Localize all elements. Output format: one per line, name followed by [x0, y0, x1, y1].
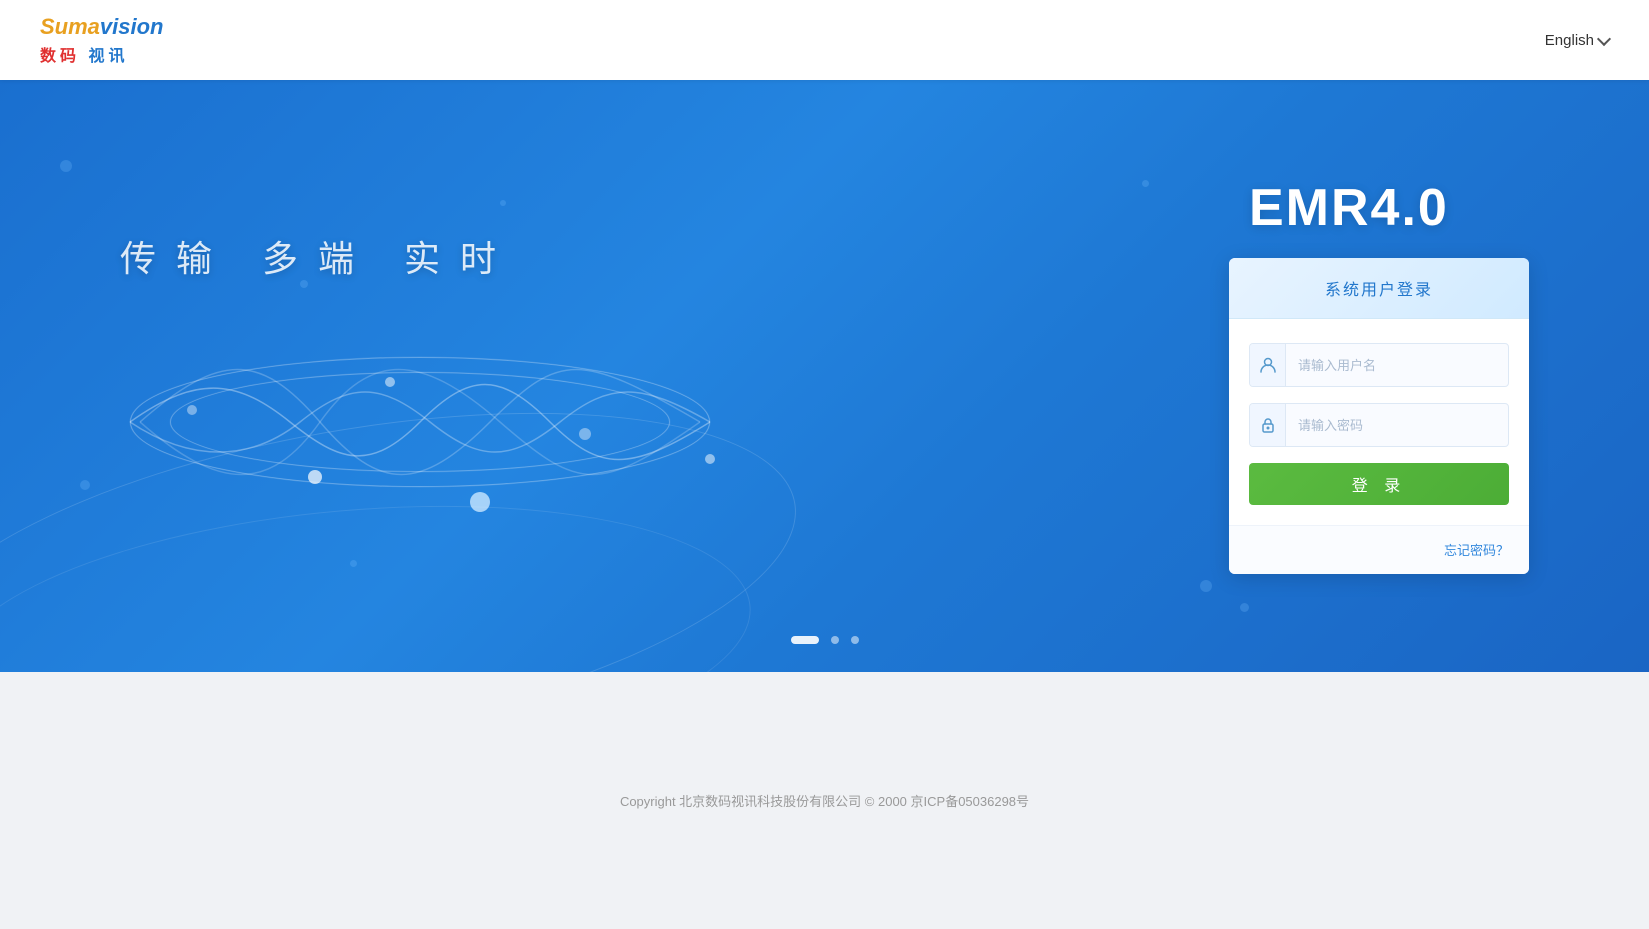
wave-svg: [120, 322, 720, 522]
logo-text: Sumavision: [40, 14, 164, 40]
carousel-dot-3[interactable]: [851, 636, 859, 644]
login-card: 系统用户登录: [1229, 258, 1529, 574]
login-card-header: 系统用户登录: [1229, 258, 1529, 319]
login-button[interactable]: 登 录: [1249, 463, 1509, 505]
hero-tagline: 传输 多端 实时: [120, 230, 1229, 282]
wave-graphic: [120, 322, 720, 522]
password-input-group: [1249, 403, 1509, 447]
login-card-footer: 忘记密码？: [1229, 525, 1529, 574]
bg-dot: [60, 160, 72, 172]
username-input-group: [1249, 343, 1509, 387]
username-input[interactable]: [1286, 348, 1508, 383]
hero-right: EMR4.0 系统用户登录: [1229, 178, 1569, 574]
footer: Copyright 北京数码视讯科技股份有限公司 © 2000 京ICP备050…: [0, 672, 1649, 929]
user-icon: [1250, 344, 1286, 386]
wave-dot-large: [470, 492, 490, 512]
logo-chinese-2: 视讯: [88, 48, 128, 65]
carousel-dot-1[interactable]: [791, 636, 819, 644]
hero-section: 传输 多端 实时: [0, 80, 1649, 672]
logo-vision: vision: [100, 14, 164, 39]
login-card-body: 登 录: [1229, 319, 1529, 525]
logo: Sumavision 数码 视讯: [40, 14, 164, 66]
copyright-text: Copyright 北京数码视讯科技股份有限公司 © 2000 京ICP备050…: [620, 791, 1029, 810]
bg-dot: [80, 480, 90, 490]
header: Sumavision 数码 视讯 English: [0, 0, 1649, 80]
logo-suma: Suma: [40, 14, 100, 39]
language-label: English: [1545, 32, 1594, 49]
bg-dot: [350, 560, 357, 567]
password-input[interactable]: [1286, 408, 1508, 443]
hero-left: 传输 多端 实时: [120, 80, 1229, 672]
logo-chinese-1: 数码: [40, 48, 80, 65]
lock-icon: [1250, 404, 1286, 446]
logo-chinese: 数码 视讯: [40, 42, 128, 66]
forgot-password-link[interactable]: 忘记密码？: [1444, 543, 1509, 558]
carousel-dot-2[interactable]: [831, 636, 839, 644]
bg-dot: [1240, 603, 1249, 612]
app-title: EMR4.0: [1249, 178, 1449, 238]
login-title: 系统用户登录: [1325, 282, 1433, 299]
language-selector[interactable]: English: [1545, 32, 1609, 49]
carousel-dots: [791, 636, 859, 644]
chevron-down-icon: [1597, 31, 1611, 45]
